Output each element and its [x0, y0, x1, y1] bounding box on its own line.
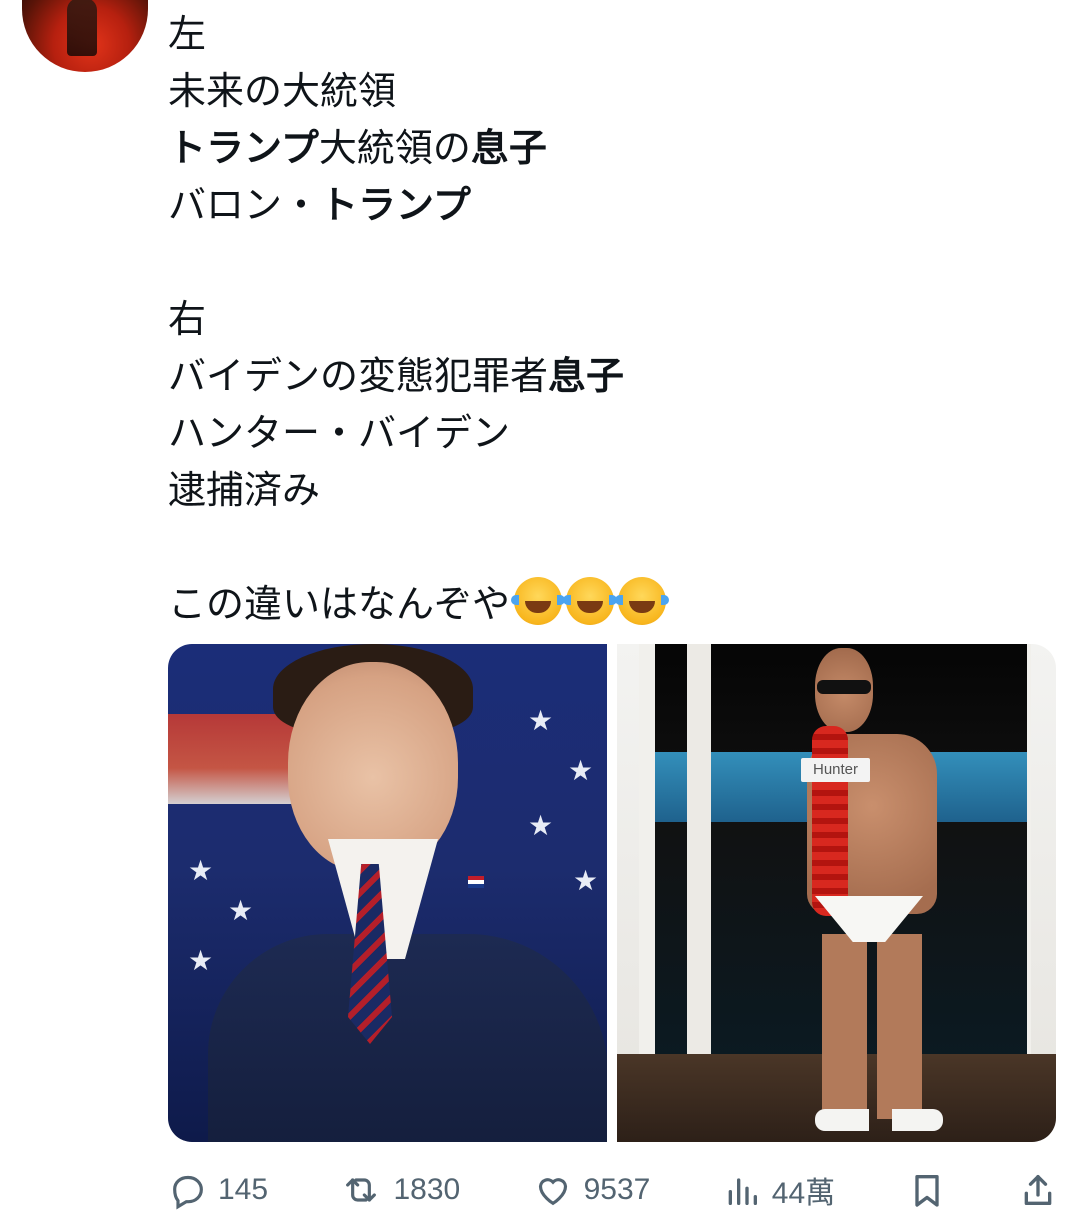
share-button[interactable]	[1018, 1169, 1058, 1211]
views-icon	[722, 1170, 762, 1210]
tweet-text: 左未来の大統領 トランプ大統領の息子 バロン・トランプ右バイデンの変態犯罪者息子 ハン…	[168, 6, 1048, 633]
tweet-line: バイデンの変態犯罪者息子	[168, 348, 1048, 405]
text-segment: この違いはなんぞや	[168, 582, 511, 626]
text-segment: バイデンの変態犯罪者	[168, 354, 549, 398]
text-segment: 未来の大統領	[168, 69, 397, 113]
bold-text: 息子	[470, 126, 547, 170]
repost-button[interactable]: 1830	[339, 1170, 460, 1210]
reply-count: 145	[218, 1173, 269, 1206]
face-with-tears-of-joy-icon	[615, 577, 670, 625]
name-tag: Hunter	[801, 758, 871, 782]
door-frame	[687, 644, 711, 1064]
reply-icon	[168, 1170, 208, 1210]
star-decoration: ★	[188, 854, 214, 887]
bold-text: トランプ	[320, 183, 471, 227]
text-segment: 左	[168, 12, 207, 56]
tweet-line: 未来の大統領	[168, 63, 1048, 120]
text-segment: ハンター・バイデン	[168, 411, 511, 455]
tweet-media[interactable]: ★ ★ ★ ★ ★ ★ ★ Hunter	[168, 644, 1056, 1142]
bookmark-icon	[907, 1169, 947, 1211]
face-with-tears-of-joy-icon	[563, 577, 618, 625]
star-decoration: ★	[568, 754, 594, 787]
photo-left[interactable]: ★ ★ ★ ★ ★ ★ ★	[168, 644, 607, 1142]
tweet-line: トランプ大統領の息子	[168, 120, 1048, 177]
views-button[interactable]: 44萬	[722, 1168, 835, 1212]
star-decoration: ★	[573, 864, 599, 897]
reply-button[interactable]: 145	[168, 1170, 268, 1210]
text-segment: 逮捕済み	[168, 468, 321, 512]
tweet-line: 左	[168, 6, 1048, 63]
repost-icon	[339, 1170, 383, 1210]
share-icon	[1018, 1169, 1058, 1211]
suit	[208, 934, 607, 1142]
legs	[822, 934, 922, 1119]
user-avatar[interactable]	[22, 0, 148, 72]
bold-text: 息子	[548, 354, 625, 398]
text-segment: 右	[168, 297, 207, 341]
star-decoration: ★	[528, 809, 554, 842]
text-segment: バロン・	[168, 183, 321, 227]
tweet-line: この違いはなんぞや	[168, 576, 1048, 633]
star-decoration: ★	[188, 944, 214, 977]
star-decoration: ★	[228, 894, 254, 927]
heart-icon	[532, 1170, 574, 1210]
sunglasses	[817, 680, 871, 694]
tweet-line: 右	[168, 291, 1048, 348]
tweet-line: バロン・トランプ	[168, 177, 1048, 234]
like-button[interactable]: 9537	[532, 1170, 651, 1210]
like-count: 9537	[583, 1173, 651, 1206]
star-decoration: ★	[528, 704, 554, 737]
bookmark-button[interactable]	[907, 1169, 947, 1211]
text-segment: 大統領の	[318, 126, 471, 170]
action-bar: 145 1830 9537 44萬	[168, 1164, 1058, 1216]
bold-text: トランプ	[168, 126, 319, 170]
tweet-line: 逮捕済み	[168, 462, 1048, 519]
repost-count: 1830	[393, 1173, 461, 1206]
shoes	[815, 1109, 943, 1131]
face-with-tears-of-joy-icon	[511, 577, 566, 625]
photo-right[interactable]: Hunter	[617, 644, 1056, 1142]
scarf	[812, 726, 848, 916]
flag-pin	[468, 876, 484, 888]
avatar-figure	[67, 0, 97, 56]
tweet-line: ハンター・バイデン	[168, 405, 1048, 462]
views-count: 44萬	[771, 1177, 836, 1210]
